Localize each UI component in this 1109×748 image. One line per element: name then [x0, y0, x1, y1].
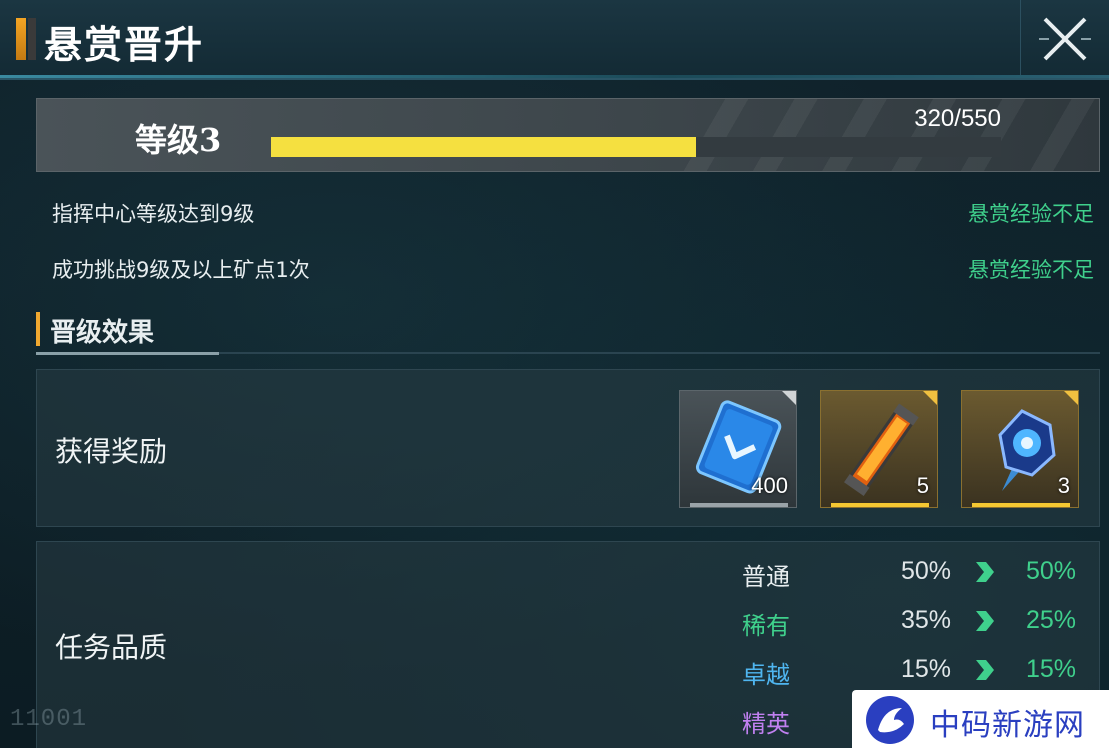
- reward-item[interactable]: 400: [679, 390, 797, 508]
- window-header: 悬赏晋升: [0, 0, 1109, 80]
- quality-label: 任务品质: [55, 631, 168, 664]
- chevron-right-icon: [976, 611, 994, 631]
- quality-old-value: 35%: [900, 606, 951, 634]
- requirement-text: 指挥中心等级达到9级: [52, 202, 255, 226]
- rarity-underline: [831, 503, 929, 507]
- chevron-decoration: [679, 99, 1099, 171]
- quality-new-value: 50%: [1025, 557, 1076, 585]
- close-x-icon: [1039, 17, 1091, 61]
- title-accent-mark-dark: [28, 18, 36, 60]
- reward-count: 400: [751, 473, 788, 498]
- quality-new-value: 25%: [1025, 606, 1076, 634]
- reward-item[interactable]: 5: [820, 390, 938, 508]
- header-divider: [0, 75, 1109, 78]
- quality-old-value: 15%: [900, 655, 951, 683]
- rarity-underline: [690, 503, 788, 507]
- section-accent-bar: [36, 312, 40, 346]
- quality-name: 稀有: [742, 612, 790, 640]
- reward-count: 3: [1057, 473, 1070, 498]
- section-divider-highlight: [36, 352, 219, 355]
- exp-progress-fill: [271, 137, 696, 157]
- requirement-row: 指挥中心等级达到9级 悬赏经验不足: [52, 198, 1102, 232]
- site-logo-icon: [866, 696, 914, 744]
- reward-item[interactable]: 3: [961, 390, 1079, 508]
- quality-old-value: 50%: [900, 557, 951, 585]
- exp-progress-bar: [271, 137, 1001, 157]
- requirement-text: 成功挑战9级及以上矿点1次: [52, 258, 310, 282]
- chevron-right-icon: [976, 562, 994, 582]
- requirement-status: 悬赏经验不足: [968, 202, 1094, 226]
- quality-name: 普通: [742, 563, 790, 591]
- rarity-corner: [923, 391, 937, 405]
- chevron-right-icon: [976, 660, 994, 680]
- rarity-underline: [972, 503, 1070, 507]
- watermark-text: 中码新游网: [930, 708, 1085, 743]
- window-title: 悬赏晋升: [44, 22, 205, 67]
- id-text: 11001: [10, 706, 88, 733]
- quality-name: 卓越: [742, 661, 790, 689]
- requirement-row: 成功挑战9级及以上矿点1次 悬赏经验不足: [52, 254, 1102, 288]
- level-panel: 等级3 320/550: [36, 98, 1100, 172]
- reward-count: 5: [916, 473, 929, 498]
- section-title: 晋级效果: [50, 318, 155, 348]
- site-watermark: 中码新游网: [852, 690, 1109, 748]
- title-accent-mark: [16, 18, 26, 60]
- quality-name: 精英: [742, 710, 790, 738]
- exp-count: 320/550: [914, 105, 1001, 132]
- requirement-status: 悬赏经验不足: [968, 258, 1094, 282]
- rewards-panel: 获得奖励: [36, 369, 1100, 527]
- level-label: 等级3: [135, 121, 222, 159]
- rarity-corner: [1064, 391, 1078, 405]
- close-button[interactable]: [1020, 0, 1109, 78]
- rarity-corner: [782, 391, 796, 405]
- quality-new-value: 15%: [1025, 655, 1076, 683]
- rewards-label: 获得奖励: [55, 435, 168, 468]
